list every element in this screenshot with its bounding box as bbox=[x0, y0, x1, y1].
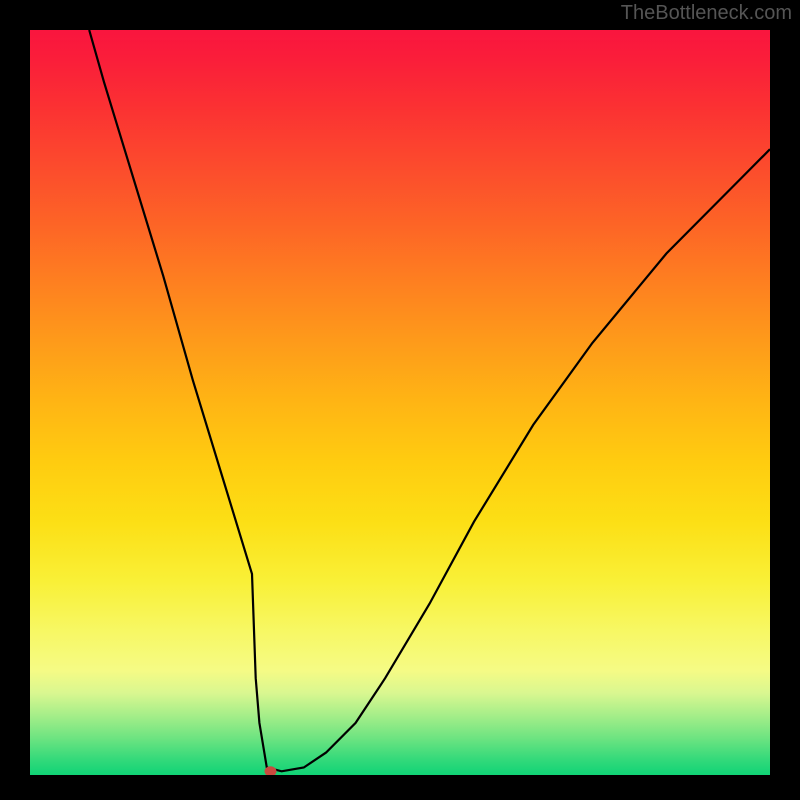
v-curve bbox=[89, 30, 770, 771]
watermark-text: TheBottleneck.com bbox=[621, 2, 792, 25]
curve-svg bbox=[30, 30, 770, 775]
plot-area bbox=[30, 30, 770, 775]
